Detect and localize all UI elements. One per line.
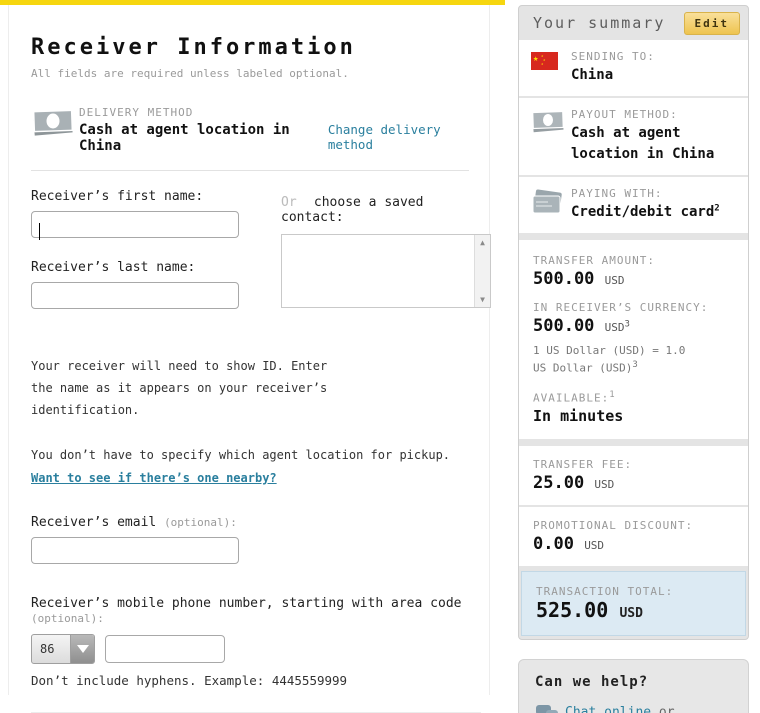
phone-optional-label: (optional): [31, 612, 104, 625]
receiver-amount-value: 500.00 [533, 316, 594, 336]
phone-label: Receiver’s mobile phone number, starting… [31, 596, 461, 611]
scroll-down-icon[interactable]: ▼ [480, 295, 485, 304]
transaction-total-value: 525.00 [536, 598, 608, 622]
phone-hint: Don’t include hyphens. Example: 44455599… [31, 673, 469, 688]
change-delivery-method-link[interactable]: Change delivery method [328, 122, 469, 152]
saved-contact-section: Or choose a saved contact: ▲ ▼ [281, 195, 491, 308]
chat-bubbles-icon [535, 703, 565, 713]
or-label: Or [281, 195, 297, 210]
country-code-select[interactable]: 86 [31, 634, 95, 664]
summary-row-payout-method: PAYOUT METHOD: Cash at agent location in… [519, 98, 748, 175]
scroll-up-icon[interactable]: ▲ [480, 238, 485, 247]
svg-text:★: ★ [533, 54, 539, 64]
chat-online-link[interactable]: Chat online [565, 705, 651, 713]
email-label: Receiver’s email [31, 515, 156, 530]
summary-title: Your summary [533, 14, 665, 32]
help-title: Can we help? [535, 674, 734, 690]
required-fields-note: All fields are required unless labeled o… [31, 67, 469, 80]
saved-contact-label: choose a saved contact: [281, 195, 423, 225]
cash-banknote-icon [31, 108, 79, 141]
footnote-3: 3 [632, 360, 637, 370]
footnote-2: 2 [714, 203, 719, 213]
first-name-input[interactable] [31, 211, 239, 238]
summary-amounts-section: TRANSFER AMOUNT: 500.00 USD IN RECEIVER’… [519, 240, 748, 439]
receiver-currency-label: IN RECEIVER’S CURRENCY: [533, 301, 736, 314]
summary-row-paying-with: PAYING WITH: Credit/debit card2 [519, 177, 748, 233]
cash-banknote-icon [531, 108, 571, 165]
transfer-fee-value: 25.00 [533, 473, 584, 493]
transfer-fee-section: TRANSFER FEE: 25.00 USD [519, 446, 748, 505]
transfer-amount-value: 500.00 [533, 269, 594, 289]
promotional-discount-section: PROMOTIONAL DISCOUNT: 0.00 USD [519, 507, 748, 566]
chevron-down-icon[interactable] [70, 635, 94, 663]
edit-button[interactable]: Edit [684, 12, 741, 35]
listbox-scrollbar[interactable]: ▲ ▼ [474, 235, 490, 307]
divider [31, 170, 469, 171]
footnote-3: 3 [625, 319, 630, 329]
country-code-value: 86 [32, 635, 70, 663]
china-flag-icon: ★ ★ ★ ★ [531, 50, 571, 86]
agent-location-note: You don’t have to specify which agent lo… [31, 448, 469, 462]
available-value: In minutes [533, 407, 736, 425]
summary-row-sending-to: ★ ★ ★ ★ SENDING TO: China [519, 40, 748, 96]
id-note: Your receiver will need to show ID. Ente… [31, 355, 331, 422]
delivery-method-value: Cash at agent location in China [79, 122, 302, 154]
agent-nearby-link[interactable]: Want to see if there’s one nearby? [31, 471, 277, 485]
last-name-input[interactable] [31, 282, 239, 309]
saved-contact-listbox[interactable]: ▲ ▼ [281, 234, 491, 308]
footnote-1: 1 [609, 390, 615, 400]
email-optional-label: (optional): [164, 516, 237, 529]
transaction-total-section: TRANSACTION TOTAL: 525.00 USD [521, 571, 746, 636]
delivery-method-label: DELIVERY METHOD [79, 106, 469, 119]
receiver-information-panel: Receiver Information All fields are requ… [8, 5, 490, 695]
transfer-amount-label: TRANSFER AMOUNT: [533, 254, 736, 267]
phone-number-input[interactable] [105, 635, 225, 663]
page-title: Receiver Information [31, 35, 469, 60]
credit-cards-icon [531, 187, 571, 223]
text-caret [39, 223, 40, 240]
exchange-rate-note: 1 US Dollar (USD) = 1.0 US Dollar (USD)3 [533, 344, 736, 376]
can-we-help-box: Can we help? Chat online or [518, 659, 749, 713]
discount-value: 0.00 [533, 534, 574, 554]
available-label: AVAILABLE:1 [533, 390, 736, 405]
summary-sidebar: Your summary Edit ★ ★ ★ ★ SENDING TO: Ch… [518, 5, 749, 713]
email-input[interactable] [31, 537, 239, 564]
delivery-method-section: DELIVERY METHOD Cash at agent location i… [31, 106, 469, 154]
